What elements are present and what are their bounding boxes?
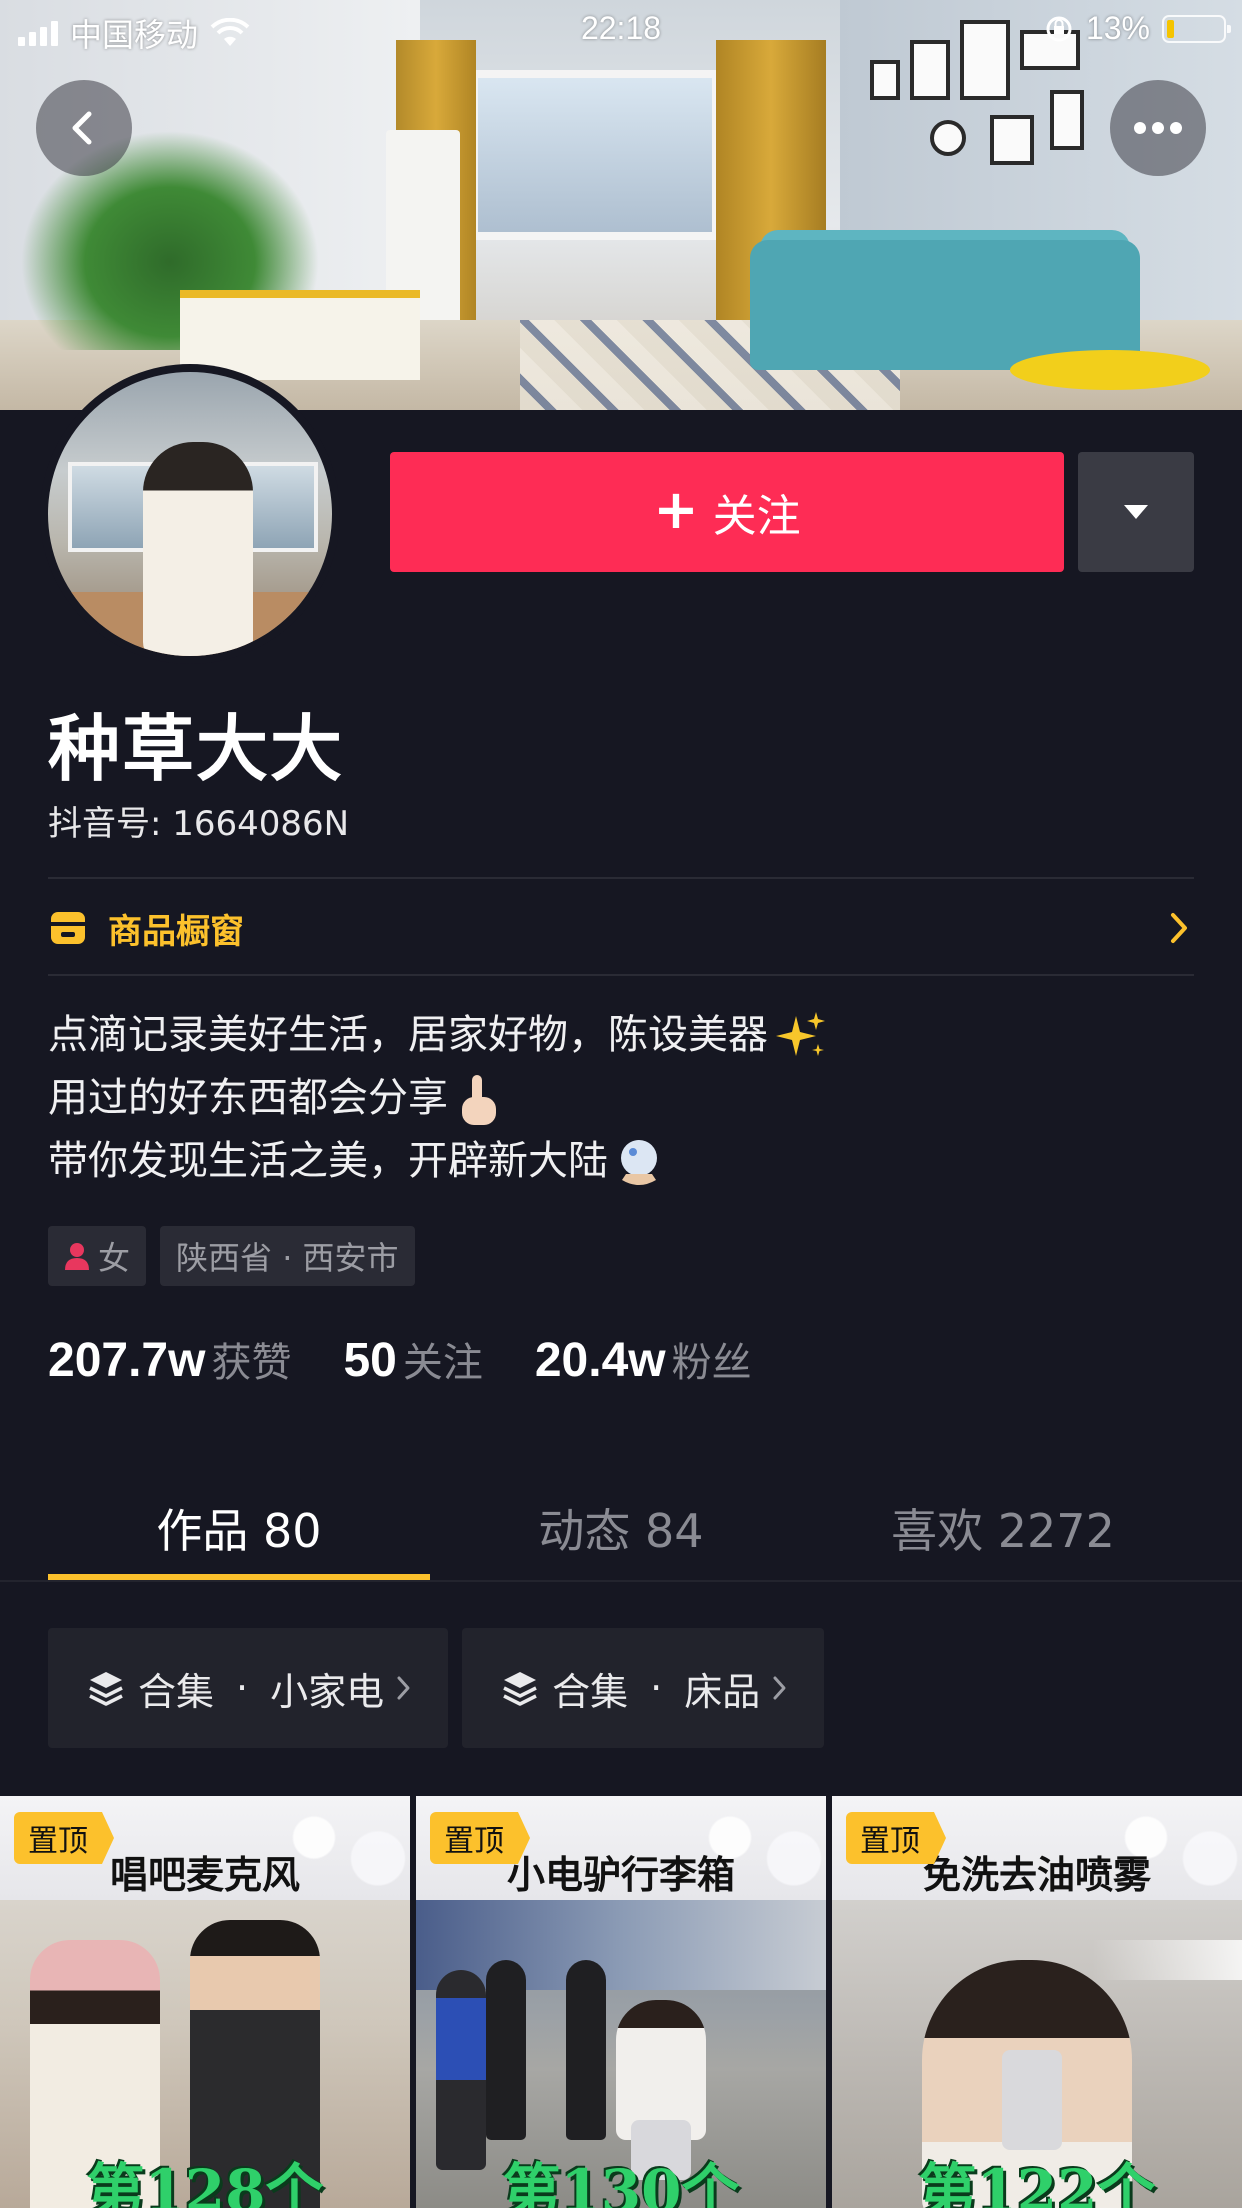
gender-tag: 女 xyxy=(48,1226,147,1286)
profile-cover-image xyxy=(0,0,1242,410)
collection-small-appliances[interactable]: 合集 · 小家电 xyxy=(48,1628,449,1748)
layers-icon xyxy=(89,1672,123,1706)
follow-label: 关注 xyxy=(712,491,801,542)
bio-line: 点滴记录美好生活，居家好物，陈设美器 xyxy=(48,1012,768,1058)
stat-value: 20.4w xyxy=(534,1334,666,1387)
follow-button[interactable]: + 关注 xyxy=(390,452,1064,572)
video-grid: 唱吧麦克风 置顶 第128个 小电驴行李箱 置顶 第130个 免洗去油喷雾 置顶 xyxy=(0,1796,1242,2208)
stat-label: 获赞 xyxy=(211,1340,292,1386)
battery-icon xyxy=(1162,14,1231,43)
douyin-id[interactable]: 抖音号: 1664086N xyxy=(48,796,349,845)
collection-separator: · xyxy=(236,1666,249,1710)
stat-label: 粉丝 xyxy=(671,1340,752,1386)
location-label: 陕西省 · 西安市 xyxy=(176,1239,399,1277)
tab-dynamics[interactable]: 动态 84 xyxy=(430,1476,812,1580)
profile-name: 种草大大 xyxy=(48,707,345,791)
collection-name: 床品 xyxy=(684,1669,761,1714)
video-overlay-text: 第128个 xyxy=(86,2157,324,2208)
divider xyxy=(0,1580,1242,1582)
stats-row: 207.7w 获赞 50 关注 20.4w 粉丝 xyxy=(48,1330,804,1388)
orientation-lock-icon xyxy=(1046,16,1072,41)
collection-bedding[interactable]: 合集 · 床品 xyxy=(462,1628,825,1748)
stat-label: 关注 xyxy=(402,1340,483,1386)
chevron-right-icon xyxy=(1171,913,1187,943)
caret-down-icon xyxy=(1124,505,1148,519)
sparkles-icon xyxy=(776,1012,825,1056)
video-overlay-text: 第122个 xyxy=(918,2157,1156,2208)
shop-window-label: 商品橱窗 xyxy=(108,911,244,952)
more-button[interactable] xyxy=(1110,80,1206,176)
crystal-ball-icon xyxy=(621,1140,657,1185)
plus-icon: + xyxy=(653,478,699,541)
divider xyxy=(48,877,1194,879)
collections-row: 合集 · 小家电 合集 · 床品 xyxy=(48,1628,825,1748)
video-thumbnail[interactable]: 唱吧麦克风 置顶 第128个 xyxy=(0,1796,410,2208)
pinned-badge: 置顶 xyxy=(846,1812,946,1864)
stat-likes[interactable]: 207.7w 获赞 xyxy=(48,1330,291,1388)
bio-line: 用过的好东西都会分享 xyxy=(48,1075,448,1121)
tab-works[interactable]: 作品 80 xyxy=(48,1476,430,1580)
bio-line: 带你发现生活之美，开辟新大陆 xyxy=(48,1138,608,1184)
battery-percent: 13% xyxy=(1085,10,1150,46)
video-thumbnail[interactable]: 小电驴行李箱 置顶 第130个 xyxy=(416,1796,826,2208)
shop-window-row[interactable]: 商品橱窗 xyxy=(48,880,1194,976)
stat-followers[interactable]: 20.4w 粉丝 xyxy=(535,1330,752,1388)
pointing-up-icon xyxy=(462,1075,496,1125)
collection-prefix: 合集 xyxy=(552,1669,629,1714)
video-overlay-text: 第130个 xyxy=(502,2157,740,2208)
tab-label: 喜欢 2272 xyxy=(891,1504,1115,1558)
chevron-right-icon xyxy=(773,1676,786,1700)
bio: 点滴记录美好生活，居家好物，陈设美器 用过的好东西都会分享 带你发现生活之美，开… xyxy=(48,1004,828,1193)
female-user-icon xyxy=(65,1243,89,1270)
pinned-badge: 置顶 xyxy=(430,1812,530,1864)
gender-label: 女 xyxy=(98,1239,131,1277)
tab-likes[interactable]: 喜欢 2272 xyxy=(812,1476,1194,1580)
chevron-right-icon xyxy=(397,1676,410,1700)
collection-separator: · xyxy=(650,1666,663,1710)
stat-value: 207.7w xyxy=(48,1334,206,1387)
layers-icon xyxy=(503,1672,537,1706)
status-bar: 中国移动 22:18 13% xyxy=(0,0,1242,58)
tags: 女 陕西省 · 西安市 xyxy=(48,1226,415,1286)
content-tabs: 作品 80 动态 84 喜欢 2272 xyxy=(48,1476,1194,1580)
divider xyxy=(48,974,1194,976)
more-dots-icon xyxy=(1134,122,1182,134)
back-button[interactable] xyxy=(36,80,132,176)
avatar[interactable] xyxy=(40,364,340,664)
tab-label: 动态 84 xyxy=(538,1504,704,1558)
video-thumbnail[interactable]: 免洗去油喷雾 置顶 第122个 xyxy=(832,1796,1242,2208)
location-tag: 陕西省 · 西安市 xyxy=(160,1226,415,1286)
collection-name: 小家电 xyxy=(270,1669,385,1714)
shop-icon xyxy=(51,912,85,944)
collection-prefix: 合集 xyxy=(138,1669,215,1714)
tab-label: 作品 80 xyxy=(156,1504,322,1558)
recommend-dropdown-button[interactable] xyxy=(1078,452,1194,572)
chevron-left-icon xyxy=(72,111,92,145)
stat-following[interactable]: 50 关注 xyxy=(343,1330,482,1388)
pinned-badge: 置顶 xyxy=(14,1812,114,1864)
stat-value: 50 xyxy=(343,1334,397,1387)
